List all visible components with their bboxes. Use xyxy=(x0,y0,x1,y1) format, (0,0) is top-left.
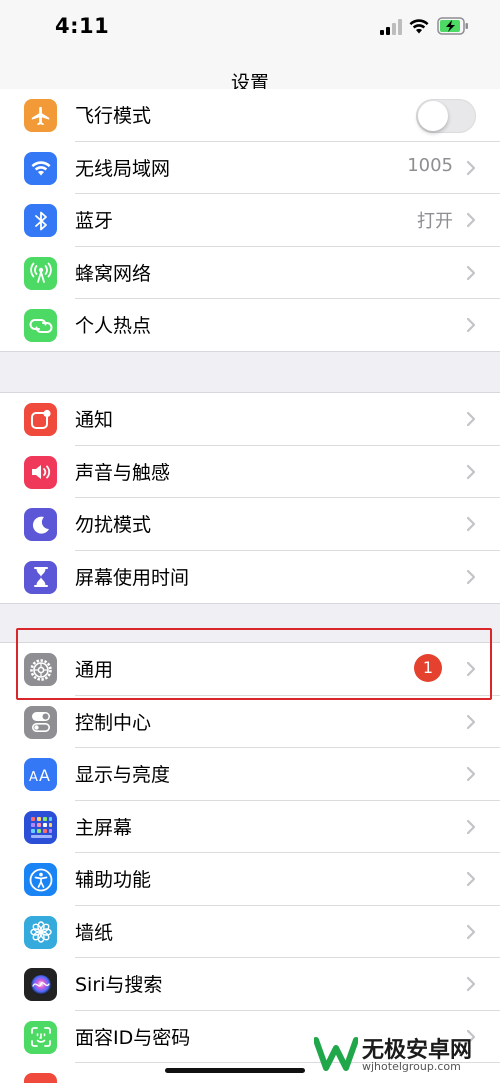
gear-icon xyxy=(24,653,57,686)
row-label: 显示与亮度 xyxy=(75,764,171,786)
row-label: 墙纸 xyxy=(75,921,114,944)
chevron-right-icon xyxy=(466,661,476,677)
chevron-right-icon xyxy=(466,317,476,333)
svg-text:A: A xyxy=(29,770,38,785)
row-label: 屏幕使用时间 xyxy=(75,566,190,589)
row-label: Siri与搜索 xyxy=(75,974,163,996)
wifi-status-icon xyxy=(409,19,429,34)
row-home-screen[interactable]: 主屏幕 xyxy=(0,801,500,853)
chevron-right-icon xyxy=(466,871,476,887)
row-value: 打开 xyxy=(417,211,453,232)
chevron-right-icon xyxy=(466,160,476,175)
row-label: 主屏幕 xyxy=(75,816,133,839)
sounds-icon xyxy=(24,455,57,489)
row-wallpaper[interactable]: 墙纸 xyxy=(0,906,500,958)
chevron-right-icon xyxy=(466,411,476,427)
moon-icon xyxy=(24,508,57,541)
watermark-logo-icon xyxy=(314,1037,358,1071)
wifi-icon xyxy=(24,151,57,185)
row-sounds-haptics[interactable]: 声音与触感 xyxy=(0,446,500,498)
row-label: 蜂窝网络 xyxy=(75,262,152,285)
siri-icon xyxy=(24,968,57,1001)
row-general[interactable]: 通用 1 xyxy=(0,643,500,696)
home-indicator[interactable] xyxy=(165,1068,305,1073)
chevron-right-icon xyxy=(466,569,476,584)
row-label: 通知 xyxy=(75,409,114,431)
row-accessibility[interactable]: 辅助功能 xyxy=(0,853,500,906)
status-bar: 4:11 xyxy=(0,0,500,56)
row-label: 勿扰模式 xyxy=(75,514,152,536)
row-value: 1005 xyxy=(407,154,453,176)
svg-text:A: A xyxy=(39,766,50,785)
hotspot-icon xyxy=(24,309,57,342)
home-grid-icon xyxy=(24,810,57,844)
status-time: 4:11 xyxy=(55,14,110,38)
row-bluetooth[interactable]: 蓝牙 打开 xyxy=(0,194,500,247)
chevron-right-icon xyxy=(466,212,476,228)
row-notifications[interactable]: 通知 xyxy=(0,393,500,446)
row-label: 飞行模式 xyxy=(75,105,152,127)
chevron-right-icon xyxy=(466,924,476,939)
notifications-icon xyxy=(24,403,57,436)
row-siri-search[interactable]: Siri与搜索 xyxy=(0,958,500,1011)
row-wifi[interactable]: 无线局域网 1005 xyxy=(0,142,500,194)
battery-charging-icon xyxy=(437,17,468,35)
chevron-right-icon xyxy=(466,265,476,280)
row-screen-time[interactable]: 屏幕使用时间 xyxy=(0,551,500,604)
row-cellular[interactable]: 蜂窝网络 xyxy=(0,247,500,299)
row-label: 个人热点 xyxy=(75,315,152,337)
update-badge: 1 xyxy=(414,654,442,682)
row-label: 辅助功能 xyxy=(75,869,152,891)
row-personal-hotspot[interactable]: 个人热点 xyxy=(0,299,500,351)
chevron-right-icon xyxy=(466,766,476,782)
chevron-right-icon xyxy=(466,714,476,729)
signal-icon xyxy=(380,19,402,35)
text-size-icon: A A xyxy=(24,758,57,791)
chevron-right-icon xyxy=(466,464,476,479)
watermark: 无极安卓网 wjhotelgroup.com xyxy=(312,1030,497,1080)
chevron-right-icon xyxy=(466,819,476,834)
row-label: 通用 xyxy=(75,659,114,681)
row-do-not-disturb[interactable]: 勿扰模式 xyxy=(0,498,500,551)
settings-group-connectivity: 飞行模式 无线局域网 1005 蓝牙 打开 蜂窝网络 个人热点 xyxy=(0,89,500,352)
settings-group-general: 通用 1 控制中心 A A 显示与亮度 主屏幕 辅助功能 墙纸 Siri与搜索 … xyxy=(0,642,500,1083)
row-label: 无线局域网 xyxy=(75,157,171,180)
row-airplane-mode[interactable]: 飞行模式 xyxy=(0,89,500,142)
toggles-icon xyxy=(24,705,57,739)
watermark-url: wjhotelgroup.com xyxy=(362,1060,461,1073)
row-control-center[interactable]: 控制中心 xyxy=(0,696,500,748)
row-label: 面容ID与密码 xyxy=(75,1026,191,1049)
hourglass-icon xyxy=(24,560,57,594)
accessibility-icon xyxy=(24,863,57,896)
toggle-knob xyxy=(418,101,448,131)
face-id-icon xyxy=(24,1020,57,1054)
airplane-mode-toggle[interactable] xyxy=(416,99,476,133)
row-display-brightness[interactable]: A A 显示与亮度 xyxy=(0,748,500,801)
airplane-icon xyxy=(24,99,57,132)
flower-icon xyxy=(24,915,57,949)
bluetooth-icon xyxy=(24,204,57,237)
cellular-icon xyxy=(24,256,57,290)
row-label: 控制中心 xyxy=(75,711,152,734)
chevron-right-icon xyxy=(466,976,476,992)
row-label: 蓝牙 xyxy=(75,210,114,232)
chevron-right-icon xyxy=(466,516,476,532)
row-label: 声音与触感 xyxy=(75,461,171,484)
settings-group-notifications: 通知 声音与触感 勿扰模式 屏幕使用时间 xyxy=(0,392,500,604)
